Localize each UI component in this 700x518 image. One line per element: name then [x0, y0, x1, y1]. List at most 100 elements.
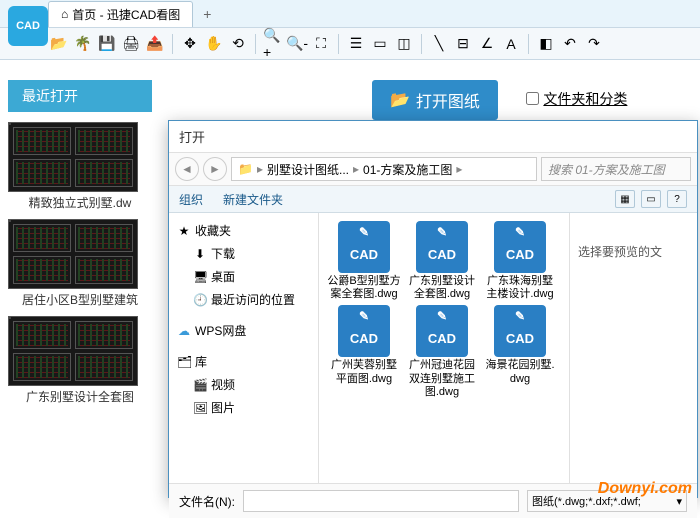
dialog-toolbar: 组织 新建文件夹 ▦ ▭ ?	[169, 186, 697, 213]
save-icon[interactable]: 💾	[96, 33, 118, 55]
recent-icon: 🕘	[193, 293, 207, 307]
chevron-right-icon: ▸	[353, 162, 359, 176]
filename-label: 文件名(N):	[179, 493, 235, 510]
help-icon[interactable]: ?	[667, 190, 687, 208]
chevron-right-icon: ▸	[456, 162, 462, 176]
tree-wps[interactable]: ☁WPS网盘	[173, 319, 314, 342]
separator	[172, 34, 173, 54]
desktop-icon: 🖥	[193, 270, 207, 284]
folder-tree: ★收藏夹 ⬇下载 🖥桌面 🕘最近访问的位置 ☁WPS网盘 🗂库 🎬视频 🖼图片	[169, 213, 319, 483]
tree-recent[interactable]: 🕘最近访问的位置	[173, 288, 314, 311]
file-open-dialog: 打开 ◄ ► 📁 ▸ 别墅设计图纸... ▸ 01-方案及施工图 ▸ 搜索 01…	[168, 120, 698, 498]
cloud-icon: ☁	[177, 324, 191, 338]
star-icon: ★	[177, 224, 191, 238]
file-item[interactable]: CAD公爵B型别墅方案全套图.dwg	[327, 221, 401, 301]
cad-file-icon: CAD	[416, 221, 468, 273]
organize-button[interactable]: 组织	[179, 191, 203, 208]
view-mode-icon[interactable]: ▦	[615, 190, 635, 208]
angle-icon[interactable]: ∠	[476, 33, 498, 55]
tab-add-button[interactable]: +	[193, 2, 221, 26]
tree-videos[interactable]: 🎬视频	[173, 373, 314, 396]
chevron-right-icon: ▸	[257, 162, 263, 176]
cad-file-icon: CAD	[494, 221, 546, 273]
measure-icon[interactable]: ⊟	[452, 33, 474, 55]
recent-thumb[interactable]	[8, 219, 138, 289]
preview-pane: 选择要预览的文	[569, 213, 697, 483]
zoom-fit-icon[interactable]: ⛶	[310, 33, 332, 55]
separator	[528, 34, 529, 54]
nav-forward-icon[interactable]: ►	[203, 157, 227, 181]
separator	[338, 34, 339, 54]
file-item[interactable]: CAD广东珠海别墅主楼设计.dwg	[483, 221, 557, 301]
open-drawing-button[interactable]: 📂 打开图纸	[372, 80, 498, 120]
dialog-nav: ◄ ► 📁 ▸ 别墅设计图纸... ▸ 01-方案及施工图 ▸ 搜索 01-方案…	[169, 153, 697, 186]
breadcrumb-seg[interactable]: 别墅设计图纸...	[267, 161, 349, 178]
tab-home[interactable]: ⌂ 首页 - 迅捷CAD看图	[48, 1, 193, 27]
recent-thumb[interactable]	[8, 316, 138, 386]
filename-input[interactable]	[243, 490, 519, 512]
picture-icon: 🖼	[193, 401, 207, 415]
tab-bar: ⌂ 首页 - 迅捷CAD看图 +	[0, 0, 700, 28]
tab-title: 首页 - 迅捷CAD看图	[72, 6, 180, 23]
file-grid: CAD公爵B型别墅方案全套图.dwg CAD广东别墅设计全套图.dwg CAD广…	[319, 213, 569, 483]
preview-toggle-icon[interactable]: ▭	[641, 190, 661, 208]
recent-header: 最近打开	[8, 80, 152, 112]
zoom-in-icon[interactable]: 🔍+	[262, 33, 284, 55]
file-area: CAD公爵B型别墅方案全套图.dwg CAD广东别墅设计全套图.dwg CAD广…	[319, 213, 697, 483]
tree-library[interactable]: 🗂库	[173, 350, 314, 373]
watermark: Downyi.com	[598, 480, 692, 498]
pan-icon[interactable]: ✋	[203, 33, 225, 55]
folder-category-checkbox[interactable]: 文件夹和分类	[526, 89, 627, 109]
export-icon[interactable]: 📤	[144, 33, 166, 55]
folder-category-input[interactable]	[526, 92, 539, 105]
cube-icon[interactable]: ◫	[393, 33, 415, 55]
undo-icon[interactable]: ↶	[559, 33, 581, 55]
box-icon[interactable]: ▭	[369, 33, 391, 55]
recent-thumb-label: 居住小区B型别墅建筑	[8, 291, 152, 308]
open-folder-icon[interactable]: 📂	[48, 33, 70, 55]
new-folder-button[interactable]: 新建文件夹	[223, 191, 283, 208]
folder-icon: 📁	[238, 162, 253, 176]
main-toolbar: 📂 🌴 💾 🖨 📤 ✥ ✋ ⟲ 🔍+ 🔍- ⛶ ☰ ▭ ◫ ╲ ⊟ ∠ A ◧ …	[0, 28, 700, 60]
breadcrumb[interactable]: 📁 ▸ 别墅设计图纸... ▸ 01-方案及施工图 ▸	[231, 157, 537, 181]
dialog-title: 打开	[169, 121, 697, 153]
recent-thumb-label: 广东别墅设计全套图	[8, 388, 152, 405]
layers-icon[interactable]: ☰	[345, 33, 367, 55]
line-icon[interactable]: ╲	[428, 33, 450, 55]
dialog-search-input[interactable]: 搜索 01-方案及施工图	[541, 157, 691, 181]
tree-downloads[interactable]: ⬇下载	[173, 242, 314, 265]
tree-favorites[interactable]: ★收藏夹	[173, 219, 314, 242]
recent-thumb[interactable]	[8, 122, 138, 192]
cad-file-icon: CAD	[494, 305, 546, 357]
file-item[interactable]: CAD广州冠迪花园双连别墅施工图.dwg	[405, 305, 479, 399]
print-icon[interactable]: 🖨	[120, 33, 142, 55]
file-item[interactable]: CAD广州芙蓉别墅平面图.dwg	[327, 305, 401, 399]
redo-icon[interactable]: ↷	[583, 33, 605, 55]
cad-file-icon: CAD	[416, 305, 468, 357]
zoom-out-icon[interactable]: 🔍-	[286, 33, 308, 55]
video-icon: 🎬	[193, 378, 207, 392]
file-item[interactable]: CAD广东别墅设计全套图.dwg	[405, 221, 479, 301]
home-icon: ⌂	[61, 7, 68, 21]
recent-panel: 最近打开 精致独立式别墅.dw 居住小区B型别墅建筑 广东别墅设计全套图	[0, 60, 160, 500]
library-icon: 🗂	[177, 355, 191, 369]
separator	[421, 34, 422, 54]
nav-back-icon[interactable]: ◄	[175, 157, 199, 181]
cad-file-icon: CAD	[338, 305, 390, 357]
move-icon[interactable]: ✥	[179, 33, 201, 55]
dialog-body: ★收藏夹 ⬇下载 🖥桌面 🕘最近访问的位置 ☁WPS网盘 🗂库 🎬视频 🖼图片 …	[169, 213, 697, 483]
download-icon: ⬇	[193, 247, 207, 261]
rotate-icon[interactable]: ⟲	[227, 33, 249, 55]
tree-desktop[interactable]: 🖥桌面	[173, 265, 314, 288]
folder-open-icon: 📂	[390, 90, 410, 110]
file-item[interactable]: CAD海景花园别墅.dwg	[483, 305, 557, 399]
separator	[255, 34, 256, 54]
app-logo-icon: CAD	[8, 6, 48, 46]
breadcrumb-seg[interactable]: 01-方案及施工图	[363, 161, 452, 178]
palm-icon[interactable]: 🌴	[72, 33, 94, 55]
tree-pictures[interactable]: 🖼图片	[173, 396, 314, 419]
recent-thumb-label: 精致独立式别墅.dw	[8, 194, 152, 211]
eraser-icon[interactable]: ◧	[535, 33, 557, 55]
text-icon[interactable]: A	[500, 33, 522, 55]
cad-file-icon: CAD	[338, 221, 390, 273]
